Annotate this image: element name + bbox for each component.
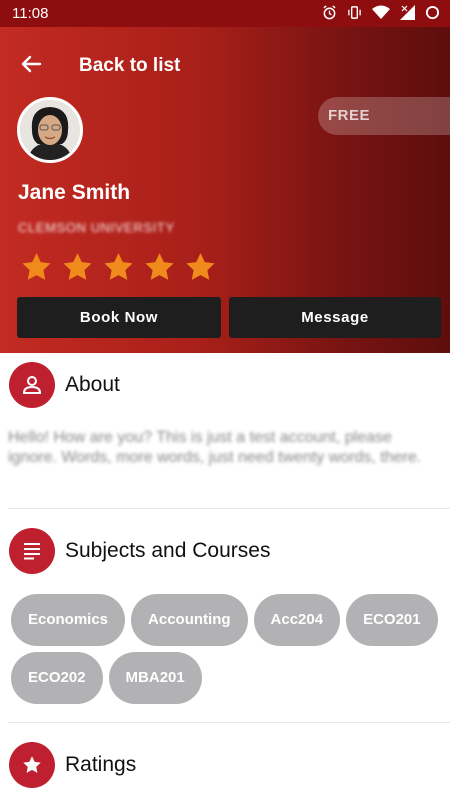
list-icon (9, 528, 55, 574)
star-icon (186, 253, 215, 280)
tutor-university: CLEMSON UNIVERSITY (18, 220, 175, 235)
subject-chip[interactable]: MBA201 (108, 652, 202, 704)
wifi-icon (372, 5, 390, 24)
subject-chip[interactable]: Accounting (131, 594, 248, 646)
signal-icon (400, 5, 415, 24)
back-arrow-icon[interactable] (20, 53, 42, 75)
subject-chip[interactable]: Economics (11, 594, 126, 646)
profile-header: Back to list FREE Jane Smith CLEMSON UNI… (0, 27, 450, 353)
about-text: Hello! How are you? This is just a test … (8, 429, 422, 466)
alarm-icon (322, 5, 337, 24)
avatar (17, 97, 83, 163)
star-icon (22, 253, 51, 280)
price-badge: FREE (318, 97, 450, 135)
vibrate-icon (347, 5, 362, 24)
star-icon (104, 253, 133, 280)
subject-chips: Economics Accounting Acc204 ECO201 ECO20… (11, 594, 441, 704)
star-icon (63, 253, 92, 280)
ratings-title: Ratings (65, 753, 137, 776)
book-now-button[interactable]: Book Now (17, 297, 221, 338)
status-time: 11:08 (12, 5, 49, 22)
star-icon (9, 742, 55, 788)
subjects-section-header: Subjects and Courses (9, 528, 270, 574)
ratings-section-header: Ratings (9, 742, 136, 788)
subject-chip[interactable]: Acc204 (253, 594, 341, 646)
subject-chip[interactable]: ECO201 (346, 594, 438, 646)
battery-icon (425, 5, 440, 24)
star-rating (20, 251, 217, 284)
about-section-header: About (9, 362, 120, 408)
avatar-photo (20, 100, 80, 160)
divider (8, 508, 450, 509)
subject-chip[interactable]: ECO202 (11, 652, 103, 704)
status-icons (322, 5, 440, 24)
person-icon (9, 362, 55, 408)
back-to-list-link[interactable]: Back to list (79, 55, 180, 77)
tutor-name: Jane Smith (18, 181, 131, 204)
message-button[interactable]: Message (229, 297, 441, 338)
status-bar: 11:08 (0, 0, 450, 27)
subjects-title: Subjects and Courses (65, 539, 271, 562)
about-title: About (65, 373, 120, 396)
divider (8, 722, 450, 723)
star-icon (145, 253, 174, 280)
